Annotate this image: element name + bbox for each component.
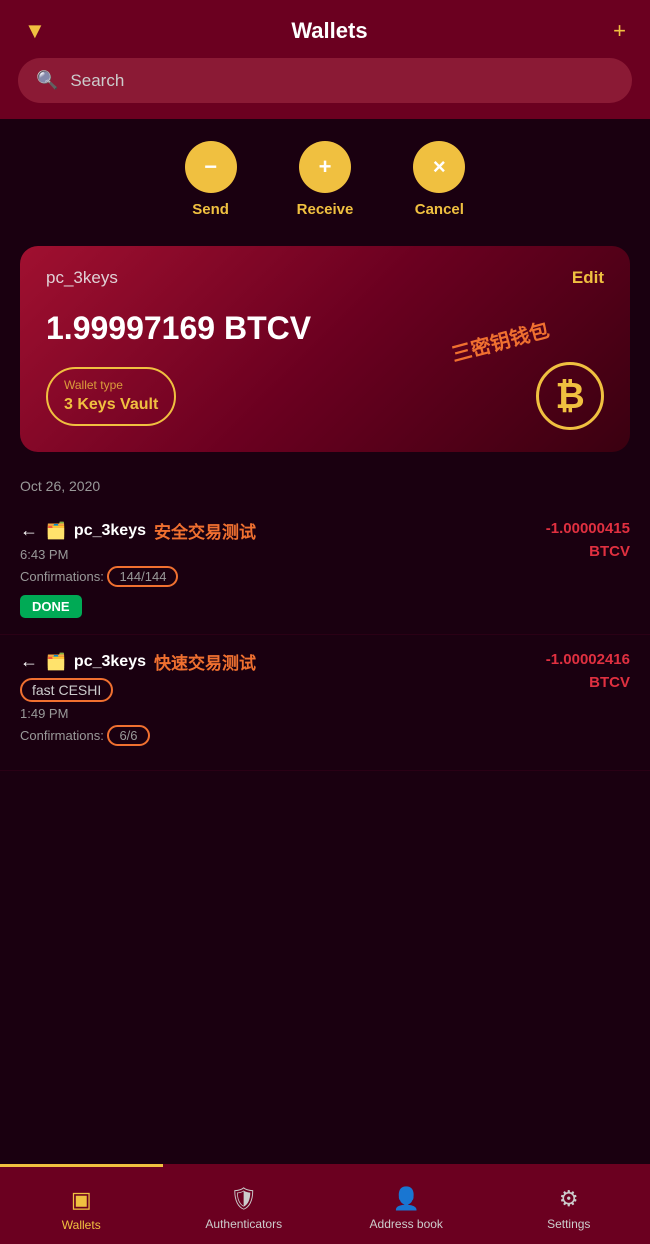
date-label: Oct 26, 2020 [0, 472, 650, 504]
filter-icon[interactable]: ▼ [24, 18, 46, 44]
tx-confirmations-2: Confirmations: 6/6 [20, 725, 546, 746]
nav-wallets-label: Wallets [62, 1218, 101, 1232]
tx-amount-1: -1.00000415 BTCV [546, 518, 630, 563]
wallet-type-value: 3 Keys Vault [64, 394, 158, 416]
bitcoin-logo-icon: ₿ [536, 362, 604, 430]
send-icon: − [185, 141, 237, 193]
add-wallet-icon[interactable]: + [613, 18, 626, 44]
nav-wallets[interactable]: ▣ Wallets [0, 1164, 163, 1244]
tx-confirmations-label-2: Confirmations: [20, 728, 104, 743]
tx-time-1: 6:43 PM [20, 547, 546, 562]
wallet-edit-button[interactable]: Edit [572, 268, 604, 288]
tx-wallet-icon-2: 🗂️ [46, 652, 66, 672]
cancel-label: Cancel [415, 201, 464, 218]
search-bar: 🔍 [0, 58, 650, 119]
search-input[interactable] [70, 71, 614, 91]
wallet-type-badge: Wallet type 3 Keys Vault [46, 367, 176, 426]
tx-wallet-name-2: pc_3keys [74, 653, 146, 671]
tx-annotation-2: 快速交易测试 [154, 649, 256, 674]
tx-annotation-1: 安全交易测试 [154, 518, 256, 543]
action-row: − Send + Receive × Cancel [0, 119, 650, 236]
tx-currency-2: BTCV [589, 674, 630, 691]
tx-confirmations-value-1: 144/144 [107, 566, 178, 587]
cancel-button[interactable]: × Cancel [413, 141, 465, 218]
tx-amount-value-2: -1.00002416 [546, 651, 630, 668]
nav-settings-label: Settings [547, 1217, 590, 1231]
tx-amount-2: -1.00002416 BTCV [546, 649, 630, 694]
settings-icon: ⚙ [559, 1186, 579, 1212]
tx-arrow-2: ← [20, 651, 38, 672]
authenticators-icon: 🛡 [230, 1186, 258, 1212]
wallet-card[interactable]: pc_3keys Edit 1.99997169 BTCV Wallet typ… [20, 246, 630, 452]
nav-authenticators-label: Authenticators [205, 1217, 282, 1231]
receive-label: Receive [297, 201, 354, 218]
tx-amount-value-1: -1.00000415 [546, 520, 630, 537]
search-icon: 🔍 [36, 70, 58, 91]
receive-button[interactable]: + Receive [297, 141, 354, 218]
nav-settings[interactable]: ⚙ Settings [488, 1164, 650, 1244]
nav-authenticators[interactable]: 🛡 Authenticators [163, 1164, 326, 1244]
bottom-nav: ▣ Wallets 🛡 Authenticators 👤 Address boo… [0, 1164, 650, 1244]
wallet-card-name: pc_3keys [46, 268, 118, 288]
transaction-item-1[interactable]: ← 🗂️ pc_3keys 安全交易测试 6:43 PM Confirmatio… [0, 504, 650, 635]
tx-confirmations-1: Confirmations: 144/144 [20, 566, 546, 587]
tx-currency-1: BTCV [589, 543, 630, 560]
send-label: Send [192, 201, 229, 218]
tx-subname-2: fast CESHI [20, 678, 113, 702]
tx-status-1: DONE [20, 595, 82, 618]
cancel-icon: × [413, 141, 465, 193]
nav-address-book[interactable]: 👤 Address book [325, 1164, 488, 1244]
tx-confirmations-label-1: Confirmations: [20, 569, 104, 584]
wallet-balance: 1.99997169 BTCV [46, 310, 604, 347]
tx-confirmations-value-2: 6/6 [107, 725, 149, 746]
header: ▼ Wallets + [0, 0, 650, 58]
wallet-type-label: Wallet type [64, 377, 158, 394]
address-book-icon: 👤 [393, 1186, 420, 1212]
nav-address-book-label: Address book [370, 1217, 443, 1231]
tx-arrow-1: ← [20, 520, 38, 541]
tx-wallet-icon-1: 🗂️ [46, 521, 66, 541]
header-title: Wallets [291, 18, 367, 44]
transaction-item-2[interactable]: ← 🗂️ pc_3keys 快速交易测试 fast CESHI 1:49 PM … [0, 635, 650, 771]
send-button[interactable]: − Send [185, 141, 237, 218]
tx-wallet-name-1: pc_3keys [74, 522, 146, 540]
wallets-icon: ▣ [71, 1187, 92, 1213]
tx-time-2: 1:49 PM [20, 706, 546, 721]
receive-icon: + [299, 141, 351, 193]
